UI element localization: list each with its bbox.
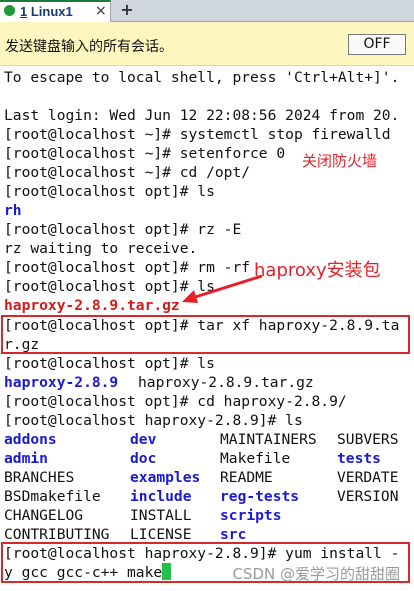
dir-entry: scripts <box>220 507 282 524</box>
broadcast-notice-text: 发送键盘输入的所有会话。 <box>5 39 173 55</box>
arrow-icon <box>182 274 263 303</box>
extract-command-highlight <box>1 315 410 354</box>
tab-number: 1 <box>20 4 28 19</box>
dir-entry: admin <box>4 450 48 467</box>
file-entry: VERDATE <box>337 469 399 486</box>
csdn-watermark: CSDN @爱学习的甜甜圈 <box>232 565 400 583</box>
dir-entry: doc <box>130 450 157 467</box>
terminal-line: [root@localhost opt]# cd haproxy-2.8.9/ <box>4 393 347 410</box>
broadcast-off-button[interactable]: OFF <box>348 34 406 55</box>
terminal-line: haproxy-2.8.9.tar.gz <box>4 297 180 314</box>
dir-entry: dev <box>130 431 157 448</box>
file-entry: haproxy-2.8.9.tar.gz <box>138 374 314 391</box>
new-tab-icon[interactable]: + <box>114 0 140 21</box>
dir-entry: haproxy-2.8.9 <box>4 374 119 391</box>
dir-entry: examples <box>130 469 201 486</box>
file-entry: VERSION <box>337 488 399 505</box>
file-entry: SUBVERS <box>337 431 399 448</box>
file-entry: MAINTAINERS <box>220 431 317 448</box>
file-entry: BSDmakefile <box>4 488 101 505</box>
file-entry: CHANGELOG <box>4 507 84 524</box>
dir-entry: reg-tests <box>220 488 300 505</box>
terminal-line: [root@localhost opt]# ls <box>4 355 215 372</box>
connected-status-icon <box>4 5 15 16</box>
terminal-line: [root@localhost ~]# setenforce 0 <box>4 145 286 162</box>
terminal-line: [root@localhost haproxy-2.8.9]# ls <box>4 412 303 429</box>
terminal-line: [root@localhost ~]# cd /opt/ <box>4 164 251 181</box>
file-entry: README <box>220 469 273 486</box>
broadcast-notice-bar: 发送键盘输入的所有会话。 OFF <box>0 22 414 66</box>
firewall-annotation: 关闭防火墙 <box>302 152 378 170</box>
dir-entry: addons <box>4 431 57 448</box>
terminal-line: [root@localhost opt]# ls <box>4 183 215 200</box>
terminal-line: Last login: Wed Jun 12 22:08:56 2024 fro… <box>4 107 400 124</box>
file-entry: BRANCHES <box>4 469 75 486</box>
session-tab-label: 1 Linux1 <box>20 4 73 19</box>
dir-entry: tests <box>337 450 381 467</box>
terminal-line: [root@localhost opt]# rz -E <box>4 221 242 238</box>
terminal-output[interactable]: To escape to local shell, press 'Ctrl+Al… <box>0 66 414 591</box>
tab-bar: 1 Linux1 × + <box>0 0 414 22</box>
terminal-line: To escape to local shell, press 'Ctrl+Al… <box>4 69 400 86</box>
package-annotation: haproxy安装包 <box>254 256 381 282</box>
terminal-line: rz waiting to receive. <box>4 240 198 257</box>
terminal-line: [root@localhost ~]# systemctl stop firew… <box>4 126 391 143</box>
dir-entry: include <box>130 488 192 505</box>
file-entry: Makefile <box>220 450 291 467</box>
session-tab[interactable]: 1 Linux1 × <box>0 0 111 22</box>
tab-title: Linux1 <box>30 4 73 19</box>
close-icon[interactable]: × <box>95 3 107 19</box>
file-entry: INSTALL <box>130 507 192 524</box>
terminal-line: rh <box>4 202 22 219</box>
